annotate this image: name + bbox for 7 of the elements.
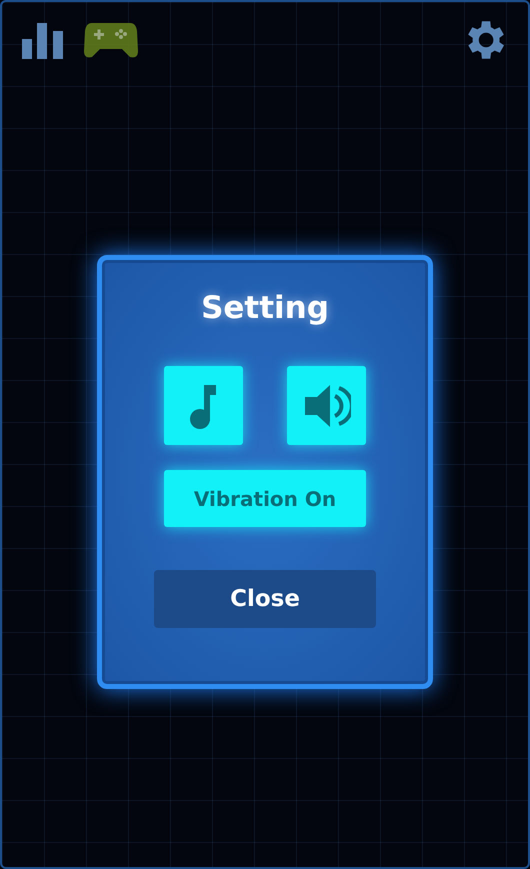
sound-toggle[interactable] [287, 366, 366, 445]
vibration-toggle[interactable]: Vibration On [164, 470, 366, 527]
close-button[interactable]: Close [154, 570, 376, 628]
gamepad-icon[interactable] [84, 21, 138, 59]
music-toggle[interactable] [164, 366, 243, 445]
speaker-icon [302, 382, 350, 428]
dialog-title: Setting [201, 290, 329, 326]
